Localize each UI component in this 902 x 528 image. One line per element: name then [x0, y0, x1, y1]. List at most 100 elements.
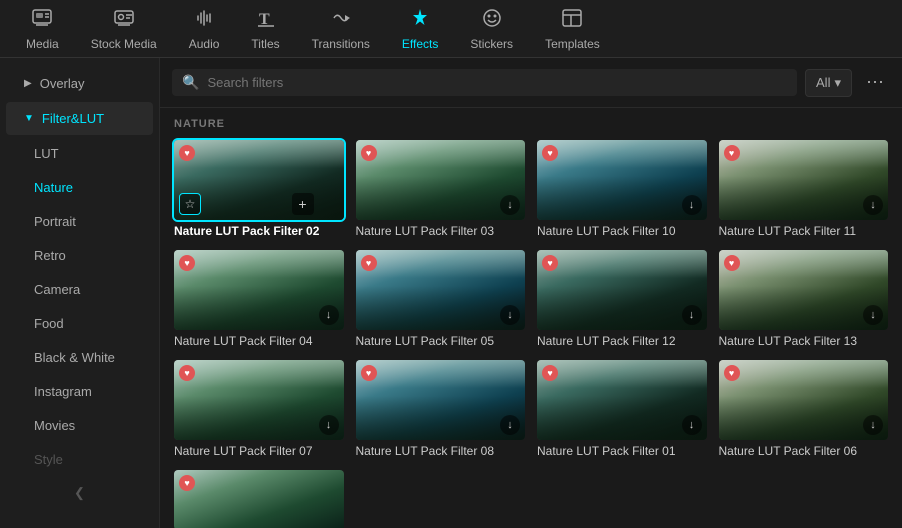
media-icon [31, 7, 53, 33]
download-btn-filter-10[interactable]: ↓ [682, 195, 702, 215]
filter-card-filter-06[interactable]: ♥ ↓ Nature LUT Pack Filter 06 [719, 360, 889, 458]
style-label: Style [34, 452, 63, 467]
filter-thumbnail-filter-11: ♥↓ [719, 140, 889, 220]
sidebar-collapse-btn[interactable]: ❮ [0, 477, 159, 509]
sidebar-item-filter-lut[interactable]: ▼ Filter&LUT [6, 102, 153, 135]
filter-all-btn[interactable]: All ▾ [805, 69, 852, 97]
nav-stock-media[interactable]: Stock Media [75, 1, 173, 57]
main-area: ▶ Overlay ▼ Filter&LUT LUT Nature Portra… [0, 58, 902, 528]
search-bar: 🔍 All ▾ ⋯ [160, 58, 902, 108]
sidebar-item-lut[interactable]: LUT [16, 137, 153, 170]
filter-card-filter-08[interactable]: ♥ ↓ Nature LUT Pack Filter 08 [356, 360, 526, 458]
nav-effects-label: Effects [402, 37, 438, 51]
content-area: 🔍 All ▾ ⋯ NATURE ♥ ☆ + Nature LUT Pack Filt… [160, 58, 902, 528]
camera-label: Camera [34, 282, 80, 297]
sidebar-overlay-label: Overlay [40, 76, 85, 91]
filter-grid: ♥☆+Nature LUT Pack Filter 02♥↓Nature LUT… [174, 140, 888, 528]
titles-icon: T [255, 7, 277, 33]
nav-audio[interactable]: Audio [173, 1, 236, 57]
filter-name-filter-06: Nature LUT Pack Filter 06 [719, 444, 889, 458]
top-navigation: Media Stock Media Audio T T [0, 0, 902, 58]
sidebar-item-style[interactable]: Style [16, 443, 153, 476]
nature-label: Nature [34, 180, 73, 195]
filter-thumbnail-filter-13: ♥↓ [719, 250, 889, 330]
filter-card-filter-04[interactable]: ♥↓Nature LUT Pack Filter 04 [174, 250, 344, 348]
heart-badge-filter-12: ♥ [542, 255, 558, 271]
nav-effects[interactable]: Effects [386, 1, 454, 57]
retro-label: Retro [34, 248, 66, 263]
nav-titles[interactable]: T Titles [235, 1, 295, 57]
sidebar-item-nature[interactable]: Nature [16, 171, 153, 204]
download-btn-filter-11[interactable]: ↓ [863, 195, 883, 215]
sidebar-item-retro[interactable]: Retro [16, 239, 153, 272]
filter-grid-area: NATURE ♥☆+Nature LUT Pack Filter 02♥↓Nat… [160, 108, 902, 528]
nav-media[interactable]: Media [10, 1, 75, 57]
sidebar-item-black-white[interactable]: Black & White [16, 341, 153, 374]
sidebar-item-food[interactable]: Food [16, 307, 153, 340]
movies-label: Movies [34, 418, 75, 433]
sidebar-item-movies[interactable]: Movies [16, 409, 153, 442]
add-btn-filter-02[interactable]: + [292, 193, 314, 215]
collapse-icon: ❮ [74, 485, 85, 501]
filter-card-filter-02[interactable]: ♥☆+Nature LUT Pack Filter 02 [174, 140, 344, 238]
download-btn-filter-04[interactable]: ↓ [319, 305, 339, 325]
filter-name-filter-07: Nature LUT Pack Filter 07 [174, 444, 344, 458]
sidebar: ▶ Overlay ▼ Filter&LUT LUT Nature Portra… [0, 58, 160, 528]
star-btn-filter-02[interactable]: ☆ [179, 193, 201, 215]
nav-templates-label: Templates [545, 37, 600, 51]
search-input[interactable] [207, 75, 787, 90]
filter-name-filter-13: Nature LUT Pack Filter 13 [719, 334, 889, 348]
download-btn-filter-07[interactable]: ↓ [319, 415, 339, 435]
nav-media-label: Media [26, 37, 59, 51]
download-btn-filter-12[interactable]: ↓ [682, 305, 702, 325]
heart-badge-filter-06: ♥ [724, 365, 740, 381]
filter-card-filter-11[interactable]: ♥↓ Nature LUT Pack Filter 11 [719, 140, 889, 238]
filter-card-filter-10[interactable]: ♥↓Nature LUT Pack Filter 10 [537, 140, 707, 238]
download-btn-filter-06[interactable]: ↓ [863, 415, 883, 435]
heart-badge-filter-08: ♥ [361, 365, 377, 381]
filter-thumbnail-filter-04: ♥↓ [174, 250, 344, 330]
filter-card-filter-01[interactable]: ♥↓Nature LUT Pack Filter 01 [537, 360, 707, 458]
lut-label: LUT [34, 146, 59, 161]
filter-card-filter-13[interactable]: ♥↓ Nature LUT Pack Filter 13 [719, 250, 889, 348]
sidebar-sub-items: LUT Nature Portrait Retro Camera Food Bl… [0, 136, 159, 477]
sidebar-item-portrait[interactable]: Portrait [16, 205, 153, 238]
effects-icon [409, 7, 431, 33]
search-icon: 🔍 [182, 74, 199, 91]
sidebar-item-instagram[interactable]: Instagram [16, 375, 153, 408]
heart-badge-filter-07: ♥ [179, 365, 195, 381]
filter-thumbnail-filter-07: ♥↓ [174, 360, 344, 440]
filter-name-filter-08: Nature LUT Pack Filter 08 [356, 444, 526, 458]
more-options-btn[interactable]: ⋯ [860, 68, 890, 97]
download-btn-filter-13[interactable]: ↓ [863, 305, 883, 325]
download-btn-filter-01[interactable]: ↓ [682, 415, 702, 435]
filter-name-filter-05: Nature LUT Pack Filter 05 [356, 334, 526, 348]
stock-media-icon [113, 7, 135, 33]
nav-stock-media-label: Stock Media [91, 37, 157, 51]
filter-card-filter-extra[interactable]: ♥ [174, 470, 344, 528]
heart-badge: ♥ [179, 475, 195, 491]
filter-card-filter-05[interactable]: ♥↓Nature LUT Pack Filter 05 [356, 250, 526, 348]
nav-stickers[interactable]: Stickers [454, 1, 529, 57]
filter-card-filter-12[interactable]: ♥ ↓ Nature LUT Pack Filter 12 [537, 250, 707, 348]
download-btn-filter-03[interactable]: ↓ [500, 195, 520, 215]
audio-icon [193, 7, 215, 33]
filter-name-filter-10: Nature LUT Pack Filter 10 [537, 224, 707, 238]
filter-lut-chevron: ▼ [24, 113, 34, 124]
filter-card-filter-03[interactable]: ♥↓Nature LUT Pack Filter 03 [356, 140, 526, 238]
food-label: Food [34, 316, 64, 331]
nav-templates[interactable]: Templates [529, 1, 616, 57]
nav-transitions-label: Transitions [312, 37, 370, 51]
filter-all-label: All [816, 75, 830, 90]
download-btn-filter-05[interactable]: ↓ [500, 305, 520, 325]
filter-card-filter-07[interactable]: ♥↓Nature LUT Pack Filter 07 [174, 360, 344, 458]
filter-name-filter-12: Nature LUT Pack Filter 12 [537, 334, 707, 348]
filter-thumbnail-filter-01: ♥↓ [537, 360, 707, 440]
section-label: NATURE [174, 118, 888, 130]
download-btn-filter-08[interactable]: ↓ [500, 415, 520, 435]
search-wrapper: 🔍 [172, 69, 797, 96]
sidebar-item-camera[interactable]: Camera [16, 273, 153, 306]
filter-name-filter-11: Nature LUT Pack Filter 11 [719, 224, 889, 238]
sidebar-item-overlay[interactable]: ▶ Overlay [6, 67, 153, 100]
nav-transitions[interactable]: Transitions [296, 1, 386, 57]
